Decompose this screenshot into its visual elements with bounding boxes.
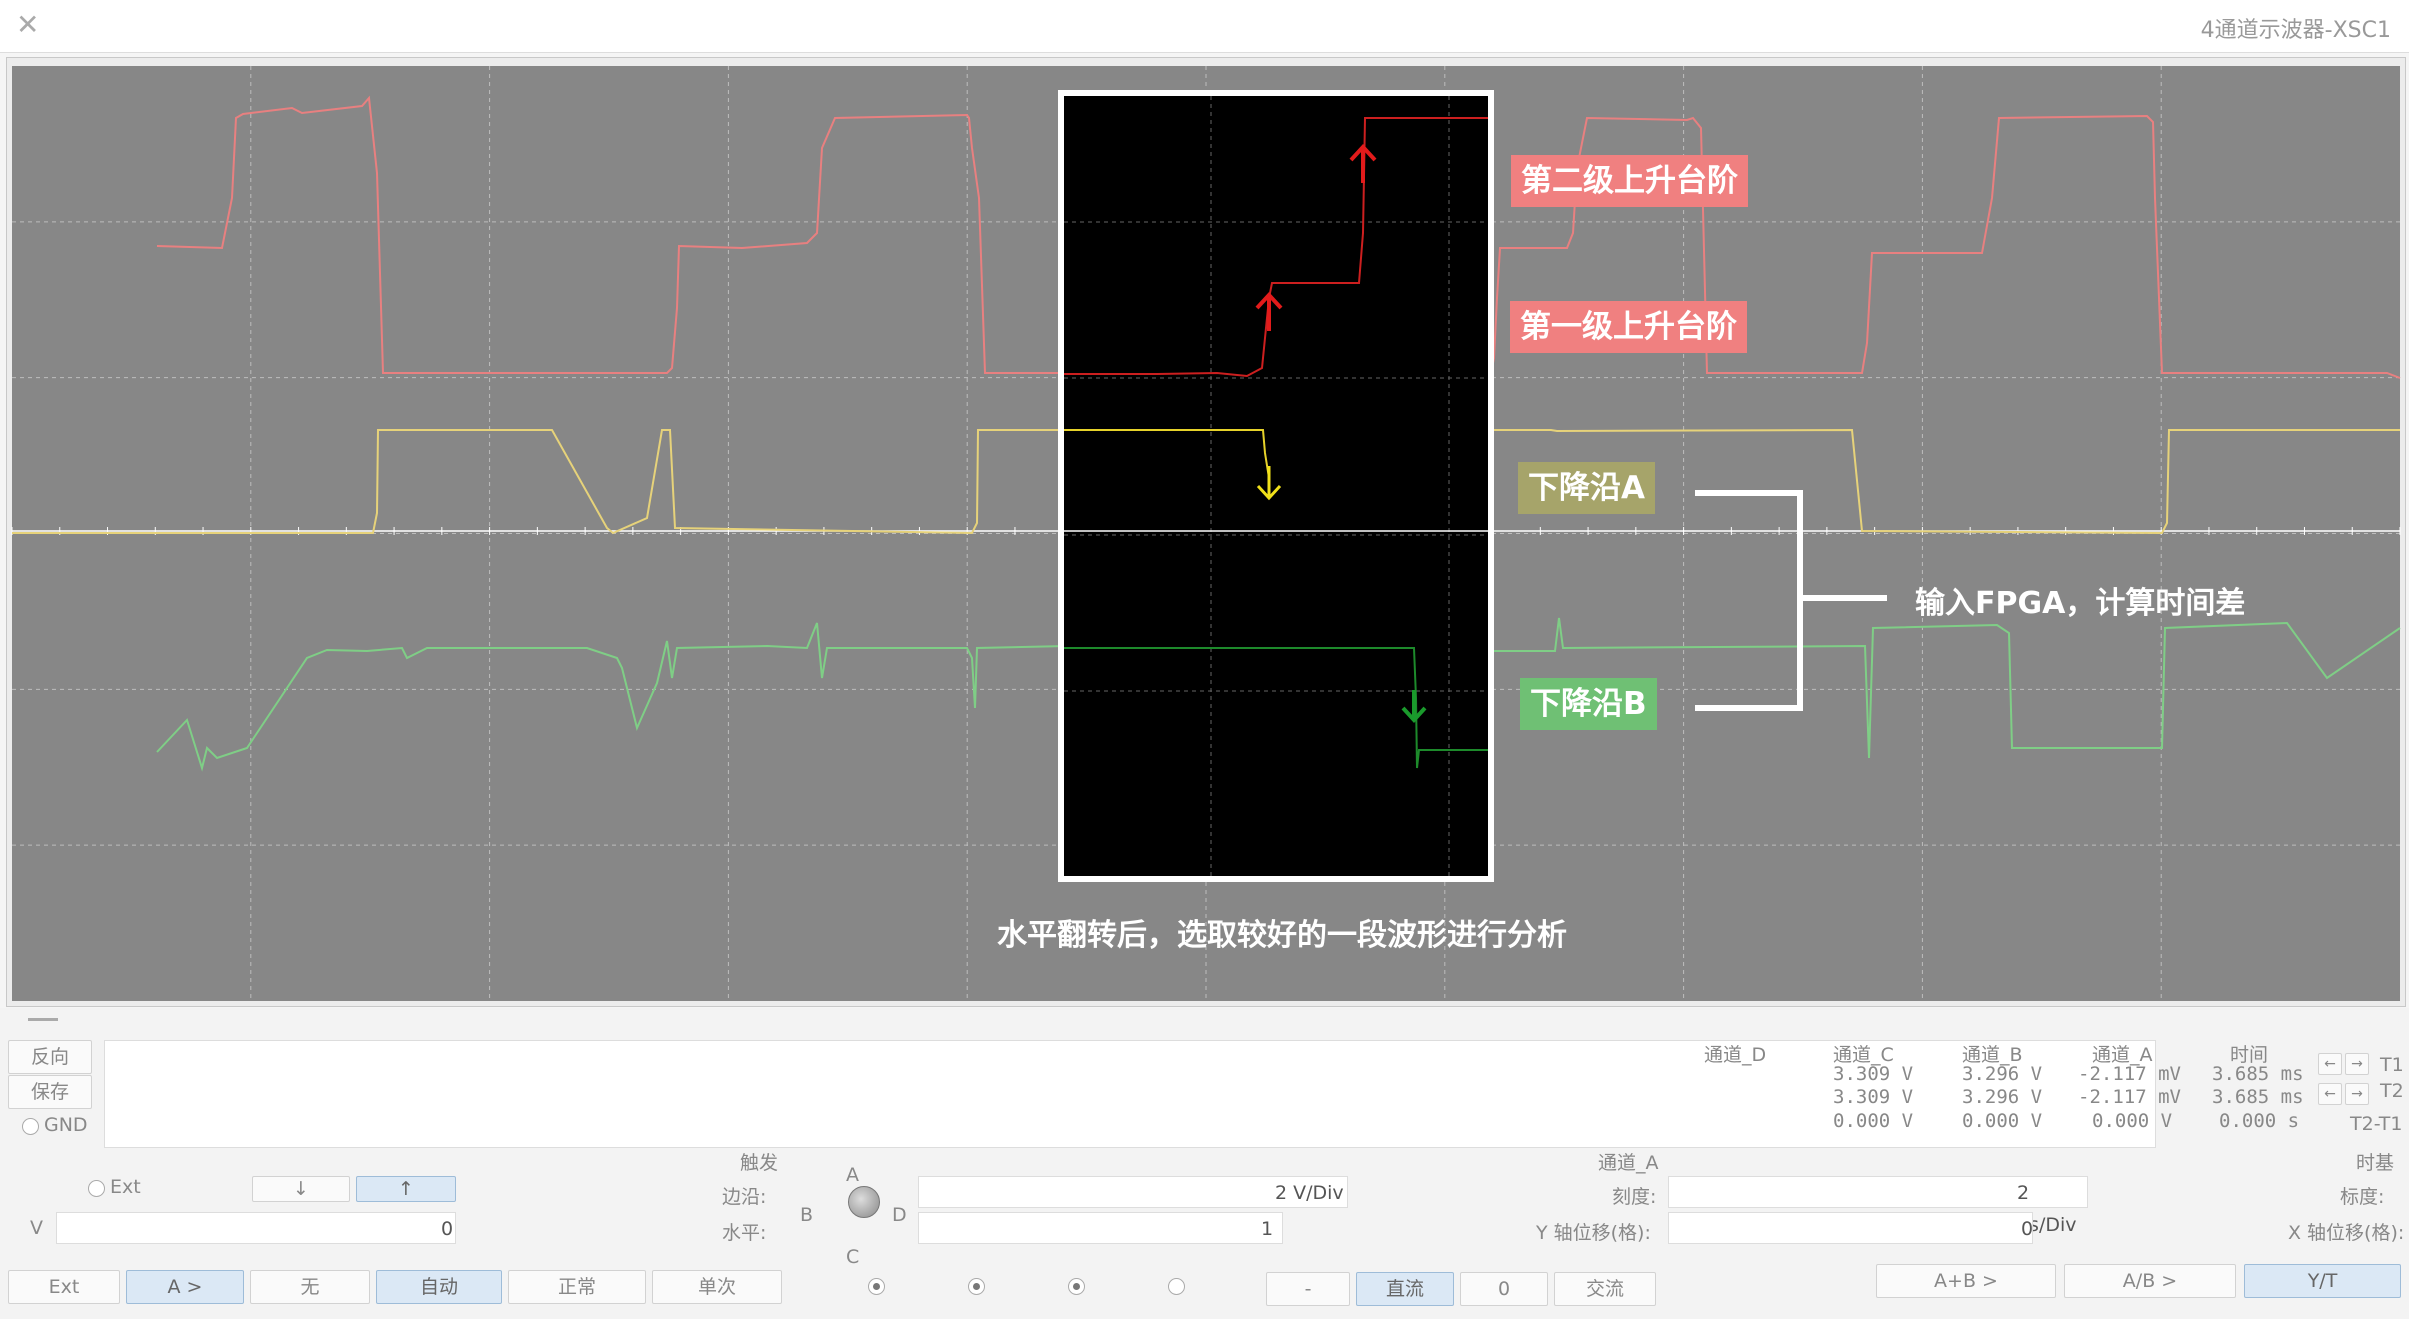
coupling-minus-button[interactable]: - [1266,1272,1350,1306]
trigger-title: 触发 [740,1152,779,1174]
trigger-single-button[interactable]: 单次 [652,1270,782,1304]
trigger-auto-button[interactable]: 自动 [376,1270,502,1304]
knob-letter-d: D [892,1204,907,1226]
save-button[interactable]: 保存 [8,1075,92,1109]
trigger-level-field[interactable]: 0 [56,1212,456,1244]
edge-falling-button[interactable]: ↓ [252,1176,350,1202]
knob-letter-b: B [800,1204,814,1226]
label-edge-b: 下降沿B [1520,678,1657,730]
row-t1-a: -2.117 mV [2078,1063,2181,1085]
row-diff-b: 0.000 V [1962,1110,2043,1132]
coupling-ac-button[interactable]: 交流 [1554,1272,1656,1306]
channel-a-radio[interactable] [868,1278,885,1295]
channel-ypos-field[interactable]: 1 [918,1212,1283,1244]
trigger-ext-label: Ext [110,1176,141,1198]
zoom-inset [1058,90,1494,882]
row-t1-c: 3.309 V [1833,1063,1914,1085]
col-header-ch-d: 通道_D [1704,1044,1767,1066]
window-title: 4通道示波器-XSC1 [2200,18,2391,43]
waveform-display [11,66,2401,1001]
channel-scale-label: 刻度: [1612,1186,1657,1208]
gnd-radio[interactable] [22,1118,39,1135]
mode-ab-button[interactable]: A/B > [2064,1264,2236,1298]
trigger-source-ext-button[interactable]: Ext [8,1270,120,1304]
row-t2-b: 3.296 V [1962,1086,2043,1108]
timebase-title: 时基 [2356,1152,2395,1174]
knob-letter-c: C [846,1246,860,1268]
channel-scale-field[interactable]: 2 V/Div [918,1176,1348,1208]
row-diff-time: 0.000 s [2219,1110,2300,1132]
label-edge-a: 下降沿A [1518,462,1655,514]
trigger-edge-label: 边沿: [722,1186,767,1208]
label-stage2-rise: 第二级上升台阶 [1511,155,1748,207]
row-diff-a: 0.000 V [2092,1110,2173,1132]
trigger-ext-radio[interactable] [88,1180,105,1197]
timebase-xpos-field[interactable]: 0 [1668,1212,2033,1244]
trigger-level-label: 水平: [722,1222,767,1244]
timebase-scale-label: 标度: [2340,1186,2385,1208]
mode-yt-button[interactable]: Y/T [2244,1264,2401,1298]
t1-right-arrow[interactable]: → [2345,1053,2369,1075]
channel-d-radio[interactable] [1168,1278,1185,1295]
row-t2-a: -2.117 mV [2078,1086,2181,1108]
row-t2-c: 3.309 V [1833,1086,1914,1108]
row-t1-time: 3.685 ms [2212,1063,2304,1085]
trigger-none-button[interactable]: 无 [250,1270,370,1304]
row-t2-time: 3.685 ms [2212,1086,2304,1108]
trigger-level-unit: V [30,1217,43,1239]
close-icon[interactable]: ✕ [16,8,39,41]
reverse-button[interactable]: 反向 [8,1040,92,1074]
inset-caption: 水平翻转后，选取较好的一段波形进行分析 [997,918,1567,953]
channel-title: 通道_A [1598,1152,1659,1174]
row-diff-c: 0.000 V [1833,1110,1914,1132]
channel-c-radio[interactable] [1068,1278,1085,1295]
channel-b-radio[interactable] [968,1278,985,1295]
trigger-normal-button[interactable]: 正常 [508,1270,646,1304]
coupling-dc-button[interactable]: 直流 [1356,1272,1454,1306]
t1-left-arrow[interactable]: ← [2318,1053,2342,1075]
edge-rising-button[interactable]: ↑ [356,1176,456,1202]
title-bar: ✕ 4通道示波器-XSC1 [0,0,2409,53]
oscilloscope-screen: 第二级上升台阶 第一级上升台阶 下降沿A 下降沿B 输入FPGA，计算时间差 水… [6,57,2406,1007]
coupling-zero-button[interactable]: 0 [1460,1272,1548,1306]
label-stage1-rise: 第一级上升台阶 [1510,301,1747,353]
t2-left-arrow[interactable]: ← [2318,1083,2342,1105]
row-label-diff: T2-T1 [2350,1113,2403,1135]
row-t1-b: 3.296 V [1962,1063,2043,1085]
knob-letter-a: A [846,1164,859,1186]
trigger-source-a-button[interactable]: A > [126,1270,244,1304]
splitter-handle[interactable] [28,1018,58,1021]
t2-right-arrow[interactable]: → [2345,1083,2369,1105]
gnd-label: GND [44,1114,88,1136]
label-fpga: 输入FPGA，计算时间差 [1915,586,2246,621]
channel-ypos-label: Y 轴位移(格): [1536,1222,1651,1244]
row-label-t2: T2 [2380,1080,2404,1102]
mode-aplusb-button[interactable]: A+B > [1876,1264,2056,1298]
channel-select-knob-icon[interactable] [848,1186,880,1218]
row-label-t1: T1 [2380,1054,2404,1076]
timebase-scale-field[interactable]: 2 us/Div [1668,1176,2088,1236]
timebase-xpos-label: X 轴位移(格): [2288,1222,2405,1244]
